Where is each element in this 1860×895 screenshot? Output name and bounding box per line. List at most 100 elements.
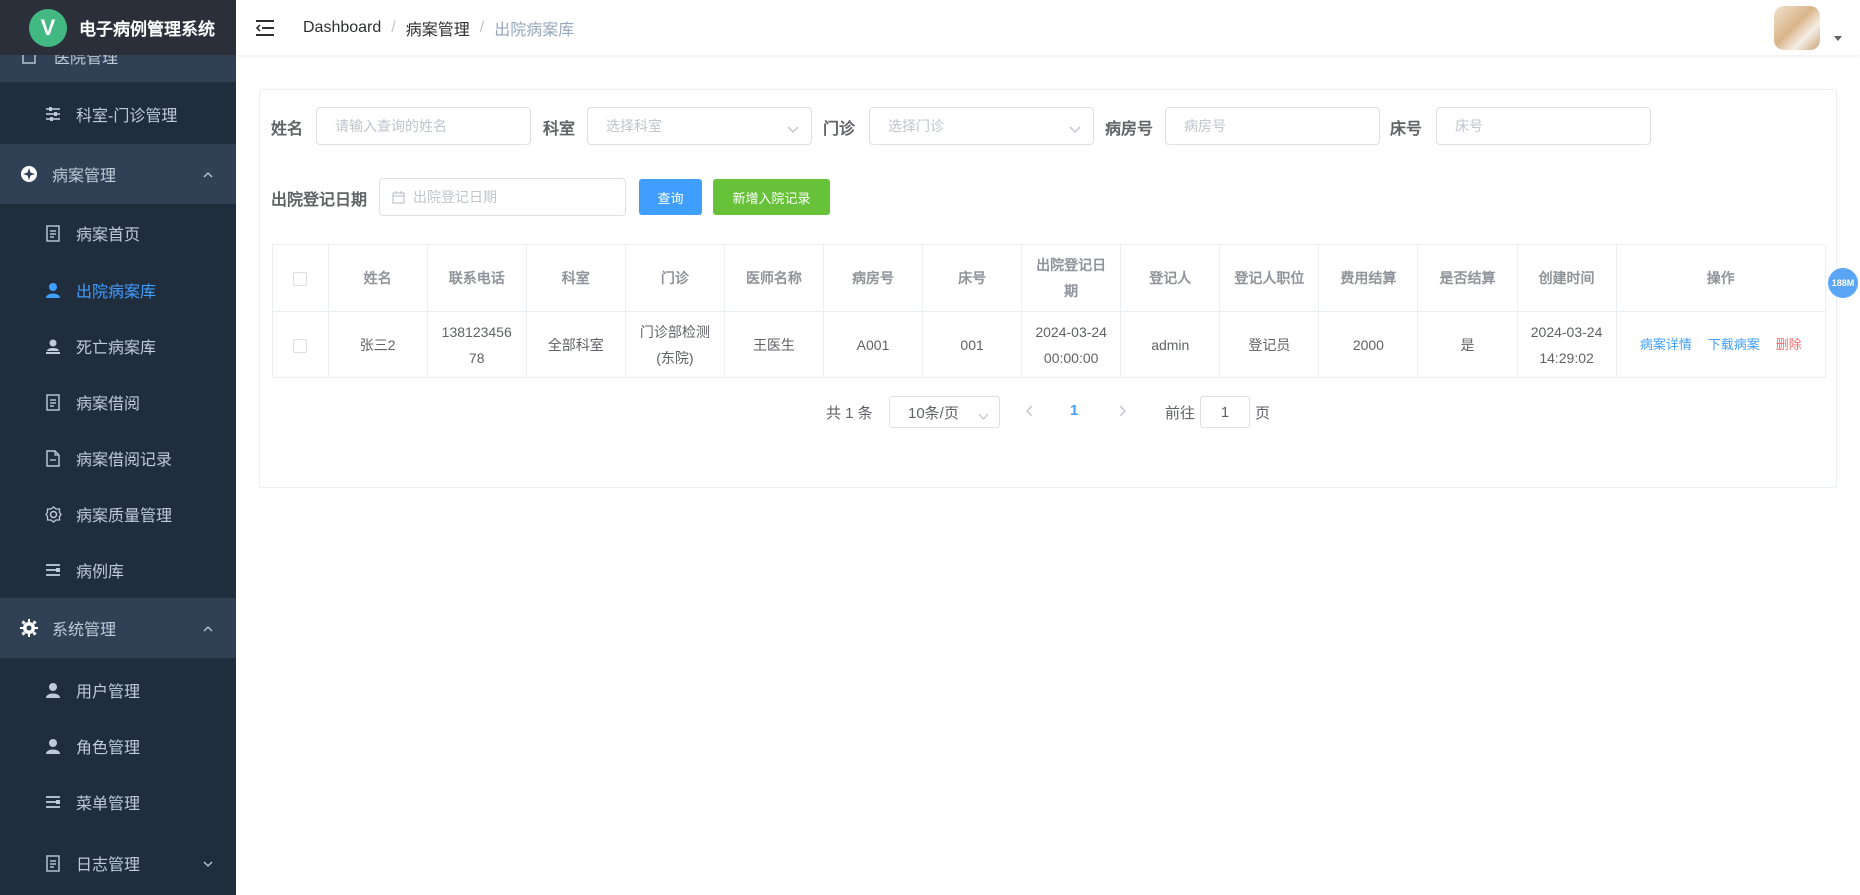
next-page-icon[interactable] bbox=[1117, 404, 1127, 422]
cell-created: 2024-03-24 14:29:02 bbox=[1516, 311, 1617, 378]
sidebar-item-users[interactable]: 用户管理 bbox=[0, 662, 236, 718]
settings-icon bbox=[20, 619, 38, 637]
sidebar-item-dept-clinic[interactable]: 科室-门诊管理 bbox=[0, 86, 236, 142]
row-checkbox[interactable] bbox=[293, 338, 308, 353]
sidebar-item-death-library[interactable]: 死亡病案库 bbox=[0, 318, 236, 374]
sidebar-item-logs[interactable]: 日志管理 bbox=[0, 834, 236, 892]
cell-fee: 2000 bbox=[1318, 311, 1419, 378]
records-table: 姓名 联系电话 科室 门诊 医师名称 病房号 床号 出院登记日期 登记人 登记人… bbox=[272, 244, 1827, 378]
user-icon bbox=[44, 737, 62, 755]
breadcrumb-separator: / bbox=[391, 18, 396, 36]
discharge-date-placeholder: 出院登记日期 bbox=[413, 189, 497, 205]
caret-down-icon[interactable] bbox=[1834, 36, 1842, 41]
sidebar-item-system-management[interactable]: 系统管理 bbox=[0, 598, 236, 658]
file-icon bbox=[44, 449, 62, 467]
column-header: 出院登记日期 bbox=[1021, 244, 1122, 312]
dept-placeholder: 选择科室 bbox=[606, 118, 662, 134]
main-panel: 姓名 请输入查询的姓名 科室 选择科室 门诊 选择门诊 病房号 病房号 床号 床… bbox=[259, 89, 1837, 488]
sidebar-item-label: 系统管理 bbox=[52, 622, 117, 639]
breadcrumb-case-management[interactable]: 病案管理 bbox=[406, 16, 470, 40]
hamburger-icon[interactable] bbox=[254, 17, 276, 39]
sidebar-item-case-home[interactable]: 病案首页 bbox=[0, 205, 236, 261]
table-row: 张三2 13812345678 全部科室 门诊部检测(东院) 王医生 A001 … bbox=[272, 311, 1827, 378]
case-detail-link[interactable]: 病案详情 bbox=[1640, 337, 1692, 352]
cell-discharge-date: 2024-03-24 00:00:00 bbox=[1021, 311, 1122, 378]
ward-label: 病房号 bbox=[1105, 121, 1154, 138]
page-suffix: 页 bbox=[1255, 405, 1271, 422]
query-button[interactable]: 查询 bbox=[639, 179, 702, 215]
sidebar-item-label: 日志管理 bbox=[76, 857, 141, 874]
ward-input[interactable]: 病房号 bbox=[1165, 107, 1380, 145]
column-header: 联系电话 bbox=[426, 244, 527, 312]
cell-name: 张三2 bbox=[327, 311, 428, 378]
sliders-icon bbox=[44, 105, 62, 123]
column-header: 医师名称 bbox=[723, 244, 824, 312]
document-icon bbox=[44, 224, 62, 242]
column-header: 创建时间 bbox=[1516, 244, 1617, 312]
page-size-value: 10条/页 bbox=[908, 404, 959, 422]
sidebar-item-case-library[interactable]: 病例库 bbox=[0, 542, 236, 598]
sidebar-item-case-management[interactable]: 病案管理 bbox=[0, 144, 236, 204]
column-header: 病房号 bbox=[822, 244, 924, 312]
cell-clinic: 门诊部检测(东院) bbox=[624, 311, 725, 378]
add-admission-button[interactable]: 新增入院记录 bbox=[713, 179, 830, 215]
chevron-down-icon bbox=[202, 857, 214, 875]
column-header: 科室 bbox=[525, 244, 626, 312]
breadcrumb-dashboard[interactable]: Dashboard bbox=[303, 19, 381, 37]
row-checkbox-cell bbox=[272, 311, 329, 378]
select-all-checkbox[interactable] bbox=[293, 272, 308, 287]
sidebar-item-case-borrow[interactable]: 病案借阅 bbox=[0, 374, 236, 430]
sidebar-item-label: 用户管理 bbox=[76, 684, 141, 701]
bed-input[interactable]: 床号 bbox=[1436, 107, 1651, 145]
delete-link[interactable]: 删除 bbox=[1776, 337, 1802, 352]
list-icon bbox=[44, 561, 62, 579]
sidebar-item-label: 病案借阅记录 bbox=[76, 452, 173, 469]
avatar[interactable] bbox=[1774, 6, 1820, 50]
cell-dept: 全部科室 bbox=[525, 311, 626, 378]
user-bust-icon bbox=[44, 337, 62, 355]
prev-page-icon[interactable] bbox=[1025, 404, 1035, 422]
goto-label: 前往 bbox=[1165, 405, 1196, 422]
ward-placeholder: 病房号 bbox=[1184, 118, 1226, 134]
page-size-select[interactable]: 10条/页 bbox=[889, 396, 1000, 428]
discharge-date-picker[interactable]: 出院登记日期 bbox=[379, 178, 626, 216]
discharge-date-label: 出院登记日期 bbox=[271, 192, 368, 209]
document-icon bbox=[44, 854, 62, 872]
chevron-up-icon bbox=[202, 168, 214, 186]
dept-label: 科室 bbox=[543, 121, 576, 138]
sidebar-item-borrow-records[interactable]: 病案借阅记录 bbox=[0, 430, 236, 486]
breadcrumb: Dashboard / 病案管理 / 出院病案库 bbox=[303, 16, 574, 40]
sidebar-item-quality[interactable]: 病案质量管理 bbox=[0, 486, 236, 542]
cell-doctor: 王医生 bbox=[723, 311, 824, 378]
pagination-total: 共 1 条 bbox=[826, 405, 873, 422]
dept-select[interactable]: 选择科室 bbox=[587, 107, 812, 145]
column-header: 操作 bbox=[1616, 244, 1827, 312]
cell-actions: 病案详情 下载病案 删除 bbox=[1616, 311, 1827, 378]
sidebar-item-label: 角色管理 bbox=[76, 740, 141, 757]
chevron-down-icon bbox=[978, 408, 989, 425]
page-number-current[interactable]: 1 bbox=[1070, 402, 1078, 419]
sidebar-item-menus[interactable]: 菜单管理 bbox=[0, 774, 236, 830]
column-header: 门诊 bbox=[624, 244, 725, 312]
list-icon bbox=[44, 793, 62, 811]
sidebar-item-label: 病例库 bbox=[76, 564, 125, 581]
sidebar-item-label: 科室-门诊管理 bbox=[76, 108, 178, 125]
memory-badge[interactable]: 188M bbox=[1828, 268, 1858, 298]
download-case-link[interactable]: 下载病案 bbox=[1708, 337, 1760, 352]
cell-phone: 13812345678 bbox=[426, 311, 527, 378]
bed-label: 床号 bbox=[1390, 121, 1423, 138]
clinic-select[interactable]: 选择门诊 bbox=[869, 107, 1094, 145]
sidebar-item-discharge-library[interactable]: 出院病案库 bbox=[0, 262, 236, 318]
chevron-down-icon bbox=[1069, 121, 1081, 137]
pagination: 共 1 条 10条/页 1 前往 1 页 bbox=[260, 396, 1836, 428]
sidebar: 医院管理 V 电子病例管理系统 科室-门诊管理 病案管理 病案首页 出院病案库 bbox=[0, 0, 236, 895]
breadcrumb-current: 出院病案库 bbox=[494, 21, 575, 39]
breadcrumb-separator: / bbox=[479, 18, 485, 36]
column-header: 是否结算 bbox=[1417, 244, 1518, 312]
compass-icon bbox=[20, 165, 38, 183]
clinic-label: 门诊 bbox=[823, 121, 856, 138]
sidebar-item-roles[interactable]: 角色管理 bbox=[0, 718, 236, 774]
name-input[interactable]: 请输入查询的姓名 bbox=[316, 107, 531, 145]
goto-page-input[interactable]: 1 bbox=[1200, 396, 1250, 428]
app-logo-bar[interactable]: V 电子病例管理系统 bbox=[0, 0, 236, 55]
